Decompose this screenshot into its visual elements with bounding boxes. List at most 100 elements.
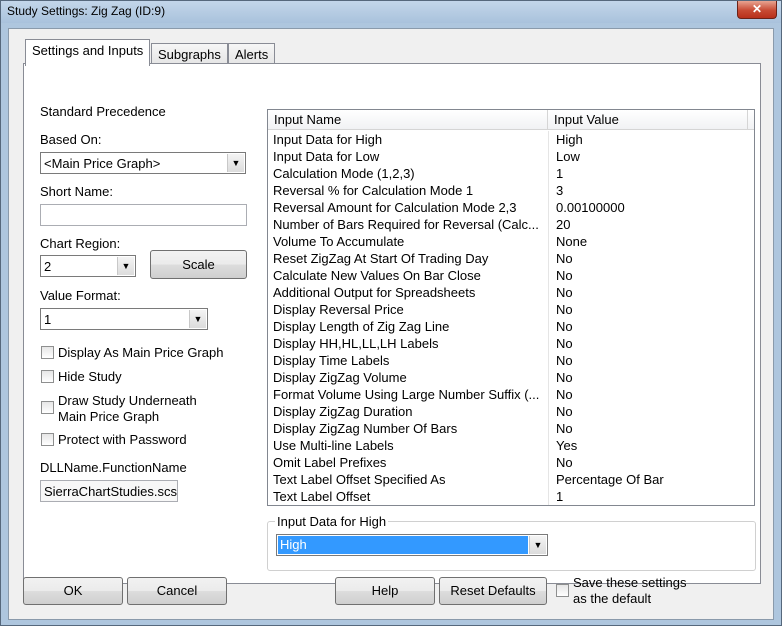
input-name-cell[interactable]: Volume To Accumulate (273, 233, 545, 250)
input-name-cell[interactable]: Display Reversal Price (273, 301, 545, 318)
table-row[interactable]: Volume To Accumulate None (268, 233, 754, 250)
input-value-dropdown[interactable]: High ▼ (276, 534, 548, 556)
dll-name-field[interactable]: SierraChartStudies.scs (40, 480, 178, 502)
dialog-window: Study Settings: Zig Zag (ID:9) ✕ Setting… (0, 0, 782, 626)
table-row[interactable]: Omit Label Prefixes No (268, 454, 754, 471)
table-row[interactable]: Reversal % for Calculation Mode 1 3 (268, 182, 754, 199)
input-name-cell[interactable]: Display ZigZag Volume (273, 369, 545, 386)
input-value-cell[interactable]: 1 (556, 488, 563, 505)
table-row[interactable]: Display Time Labels No (268, 352, 754, 369)
based-on-label: Based On: (40, 132, 102, 147)
inputs-grid[interactable]: Input Name Input Value Input Data for Hi… (267, 109, 755, 506)
input-name-cell[interactable]: Calculate New Values On Bar Close (273, 267, 545, 284)
draw-underneath-checkbox[interactable] (41, 401, 54, 414)
save-defaults-checkbox[interactable] (556, 584, 569, 597)
hide-study-label[interactable]: Hide Study (58, 369, 122, 384)
cancel-button[interactable]: Cancel (127, 577, 227, 605)
table-row[interactable]: Display HH,HL,LL,LH Labels No (268, 335, 754, 352)
chevron-down-icon: ▼ (117, 257, 134, 275)
input-name-cell[interactable]: Reset ZigZag At Start Of Trading Day (273, 250, 545, 267)
input-value-cell[interactable]: 20 (556, 216, 570, 233)
input-value-cell[interactable]: No (556, 335, 573, 352)
input-value-cell[interactable]: No (556, 318, 573, 335)
based-on-dropdown[interactable]: <Main Price Graph> ▼ (40, 152, 246, 174)
input-name-cell[interactable]: Reversal % for Calculation Mode 1 (273, 182, 545, 199)
draw-underneath-label-line2[interactable]: Main Price Graph (58, 409, 159, 424)
value-format-value: 1 (44, 312, 52, 327)
table-row[interactable]: Number of Bars Required for Reversal (Ca… (268, 216, 754, 233)
table-row[interactable]: Format Volume Using Large Number Suffix … (268, 386, 754, 403)
table-row[interactable]: Use Multi-line Labels Yes (268, 437, 754, 454)
table-row[interactable]: Text Label Offset 1 (268, 488, 754, 505)
protect-password-label[interactable]: Protect with Password (58, 432, 187, 447)
table-row[interactable]: Display ZigZag Number Of Bars No (268, 420, 754, 437)
table-row[interactable]: Calculate New Values On Bar Close No (268, 267, 754, 284)
input-value-cell[interactable]: No (556, 386, 573, 403)
draw-underneath-label[interactable]: Draw Study Underneath (58, 393, 197, 408)
input-name-cell[interactable]: Input Data for High (273, 131, 545, 148)
input-name-cell[interactable]: Input Data for Low (273, 148, 545, 165)
input-name-cell[interactable]: Use Multi-line Labels (273, 437, 545, 454)
input-name-cell[interactable]: Omit Label Prefixes (273, 454, 545, 471)
input-value-cell[interactable]: No (556, 301, 573, 318)
input-name-cell[interactable]: Display ZigZag Duration (273, 403, 545, 420)
input-name-cell[interactable]: Display Time Labels (273, 352, 545, 369)
title-bar[interactable]: Study Settings: Zig Zag (ID:9) ✕ (1, 1, 781, 23)
table-row[interactable]: Text Label Offset Specified As Percentage… (268, 471, 754, 488)
table-row[interactable]: Calculation Mode (1,2,3) 1 (268, 165, 754, 182)
reset-defaults-button[interactable]: Reset Defaults (439, 577, 547, 605)
input-name-cell[interactable]: Display HH,HL,LL,LH Labels (273, 335, 545, 352)
table-row[interactable]: Display Length of Zig Zag Line No (268, 318, 754, 335)
table-row[interactable]: Display ZigZag Duration No (268, 403, 754, 420)
input-value-cell[interactable]: No (556, 454, 573, 471)
table-row[interactable]: Input Data for Low Low (268, 148, 754, 165)
display-as-main-label[interactable]: Display As Main Price Graph (58, 345, 223, 360)
input-name-cell[interactable]: Display Length of Zig Zag Line (273, 318, 545, 335)
close-button[interactable]: ✕ (737, 1, 777, 19)
chart-region-dropdown[interactable]: 2 ▼ (40, 255, 136, 277)
input-value-cell[interactable]: None (556, 233, 587, 250)
table-row[interactable]: Display Reversal Price No (268, 301, 754, 318)
input-value-cell[interactable]: No (556, 284, 573, 301)
input-name-cell[interactable]: Additional Output for Spreadsheets (273, 284, 545, 301)
hide-study-checkbox[interactable] (41, 370, 54, 383)
ok-button[interactable]: OK (23, 577, 123, 605)
save-defaults-label-line2[interactable]: as the default (573, 591, 651, 606)
table-row[interactable]: Input Data for High High (268, 131, 754, 148)
table-row[interactable]: Reversal Amount for Calculation Mode 2,3… (268, 199, 754, 216)
save-defaults-label[interactable]: Save these settings (573, 575, 686, 590)
protect-password-checkbox[interactable] (41, 433, 54, 446)
input-name-cell[interactable]: Text Label Offset Specified As (273, 471, 545, 488)
input-value-cell[interactable]: High (556, 131, 583, 148)
input-value-cell[interactable]: Percentage Of Bar (556, 471, 664, 488)
input-name-cell[interactable]: Number of Bars Required for Reversal (Ca… (273, 216, 545, 233)
input-name-cell[interactable]: Display ZigZag Number Of Bars (273, 420, 545, 437)
input-value-cell[interactable]: No (556, 267, 573, 284)
column-header-input-value[interactable]: Input Value (548, 110, 748, 130)
column-header-input-name[interactable]: Input Name (268, 110, 548, 130)
input-value-cell[interactable]: No (556, 352, 573, 369)
input-name-cell[interactable]: Reversal Amount for Calculation Mode 2,3 (273, 199, 545, 216)
short-name-input[interactable] (40, 204, 247, 226)
value-format-dropdown[interactable]: 1 ▼ (40, 308, 208, 330)
input-value-cell[interactable]: No (556, 369, 573, 386)
input-name-cell[interactable]: Format Volume Using Large Number Suffix … (273, 386, 545, 403)
input-value-cell[interactable]: 3 (556, 182, 563, 199)
input-name-cell[interactable]: Text Label Offset (273, 488, 545, 505)
input-value-cell[interactable]: 0.00100000 (556, 199, 625, 216)
table-row[interactable]: Display ZigZag Volume No (268, 369, 754, 386)
tab-settings-and-inputs[interactable]: Settings and Inputs (25, 39, 151, 66)
input-value-cell[interactable]: No (556, 250, 573, 267)
scale-button[interactable]: Scale (150, 250, 247, 279)
display-as-main-checkbox[interactable] (41, 346, 54, 359)
table-row[interactable]: Additional Output for Spreadsheets No (268, 284, 754, 301)
table-row[interactable]: Reset ZigZag At Start Of Trading Day No (268, 250, 754, 267)
help-button[interactable]: Help (335, 577, 435, 605)
input-value-cell[interactable]: Yes (556, 437, 577, 454)
input-value-cell[interactable]: No (556, 420, 573, 437)
input-value-cell[interactable]: Low (556, 148, 580, 165)
input-value-cell[interactable]: No (556, 403, 573, 420)
chart-region-label: Chart Region: (40, 236, 121, 251)
input-name-cell[interactable]: Calculation Mode (1,2,3) (273, 165, 545, 182)
input-value-cell[interactable]: 1 (556, 165, 563, 182)
